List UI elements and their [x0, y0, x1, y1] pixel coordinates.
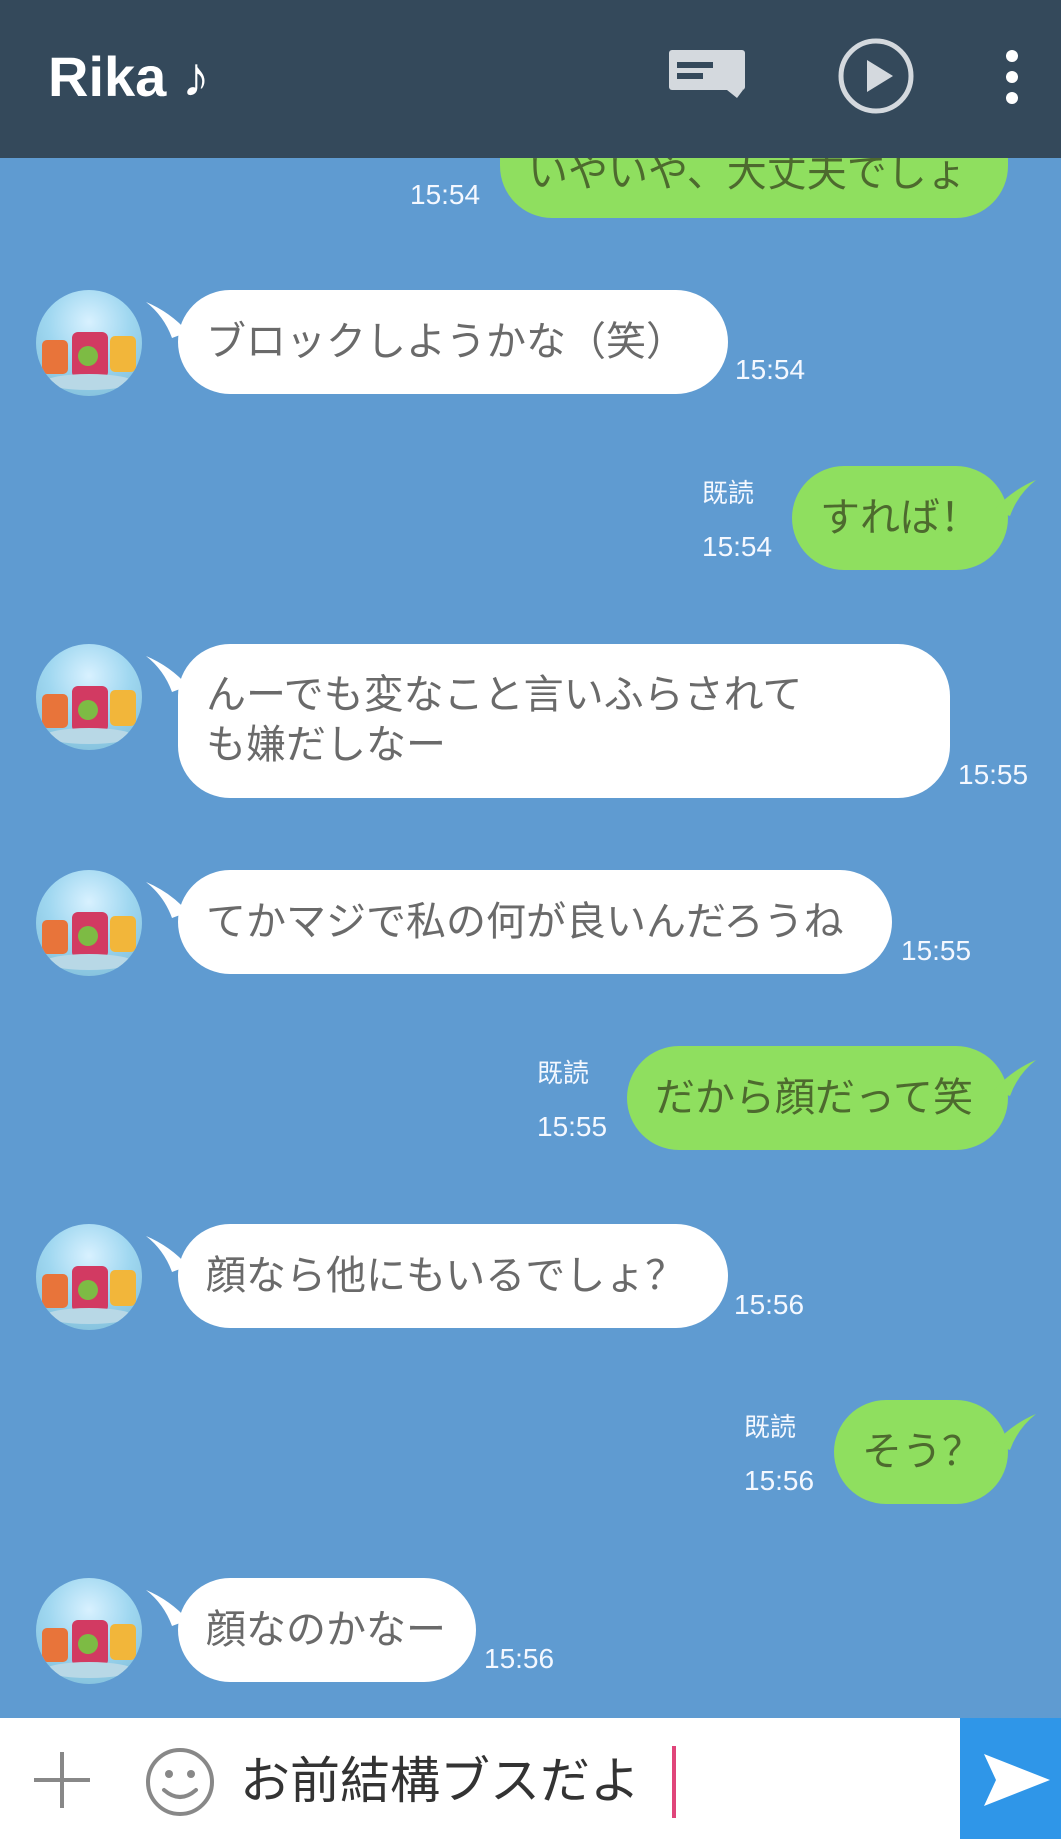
message-input[interactable]: お前結構ブスだよ	[240, 1746, 640, 1816]
bubble-tail	[994, 1414, 1036, 1450]
incoming-message[interactable]: 顔なら他にもいるでしょ？	[178, 1224, 728, 1328]
bubble-tail	[994, 1060, 1036, 1096]
chat-header: Rika ♪	[0, 0, 1061, 158]
read-receipt: 既読	[744, 1413, 797, 1443]
read-receipt: 既読	[702, 479, 755, 509]
message-time: 15:56	[744, 1465, 815, 1496]
message-time: 15:56	[484, 1643, 555, 1674]
outgoing-message[interactable]: すれば！	[792, 466, 1008, 570]
message-time: 15:54	[702, 531, 773, 562]
avatar[interactable]	[36, 290, 142, 396]
plus-icon[interactable]	[30, 1748, 94, 1816]
avatar[interactable]	[36, 1224, 142, 1330]
message-time: 15:55	[537, 1111, 608, 1142]
message-time: 15:54	[410, 179, 481, 210]
message-time: 15:56	[734, 1289, 805, 1320]
message-time: 15:55	[958, 759, 1029, 790]
message-input-bar: お前結構ブスだよ	[0, 1718, 1061, 1839]
message-time: 15:55	[901, 935, 972, 966]
chat-title[interactable]: Rika ♪	[48, 42, 210, 112]
outgoing-message[interactable]: だから顔だって笑	[627, 1046, 1008, 1150]
outgoing-message[interactable]: そう？	[834, 1400, 1008, 1504]
incoming-message[interactable]: ブロックしようかな（笑）	[178, 290, 728, 394]
more-vert-icon[interactable]	[1002, 50, 1022, 104]
read-receipt: 既読	[537, 1059, 590, 1089]
incoming-message[interactable]: んーでも変なこと言いふらされて も嫌だしなー	[178, 644, 950, 798]
avatar[interactable]	[36, 644, 142, 750]
message-list[interactable]: いやいや、大丈夫でしょ 15:54 ブロックしようかな（笑） 15:54 既読 …	[0, 158, 1061, 1718]
avatar[interactable]	[36, 870, 142, 976]
play-icon[interactable]	[836, 36, 916, 116]
avatar[interactable]	[36, 1578, 142, 1684]
smiley-icon[interactable]	[144, 1746, 216, 1822]
incoming-message[interactable]: てかマジで私の何が良いんだろうね	[178, 870, 892, 974]
send-button[interactable]	[960, 1718, 1061, 1839]
send-icon	[984, 1754, 1050, 1806]
note-icon[interactable]	[667, 48, 747, 98]
incoming-message[interactable]: 顔なのかなー	[178, 1578, 476, 1682]
text-cursor	[672, 1746, 676, 1818]
bubble-tail	[994, 480, 1036, 516]
message-time: 15:54	[735, 354, 806, 385]
outgoing-message[interactable]: いやいや、大丈夫でしょ	[500, 158, 1008, 218]
